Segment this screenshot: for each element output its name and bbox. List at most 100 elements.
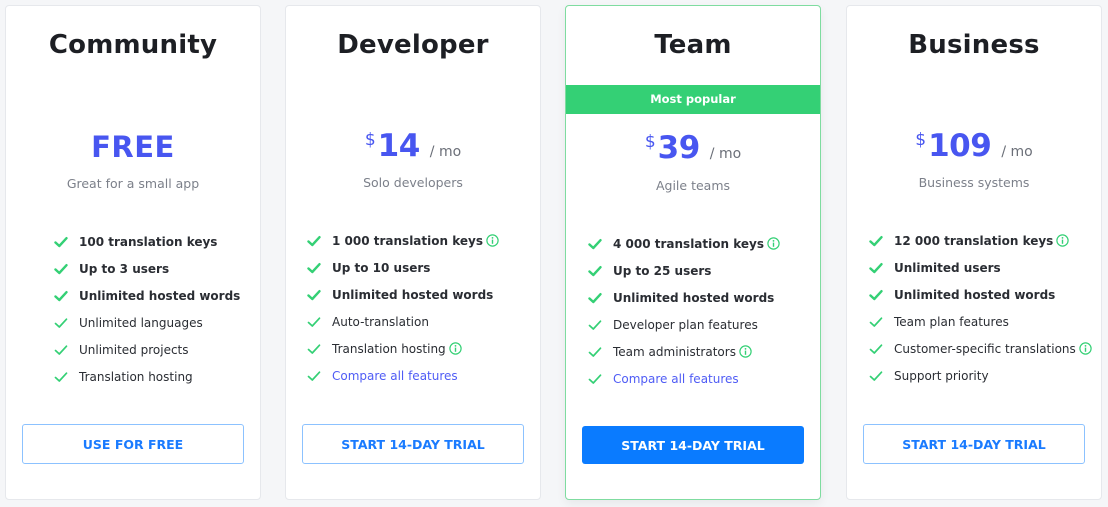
plan-subtitle: Agile teams [655,178,731,193]
check-icon [54,316,68,330]
feature-list: 4 000 translation keys Up to 25 users Unli… [566,230,820,392]
check-icon [869,288,883,302]
use-for-free-button[interactable]: USE FOR FREE [22,424,244,464]
check-icon [588,291,602,305]
plan-card-team: Team Most popular $39 / mo Agile teams 4 … [565,5,821,500]
check-icon [869,369,883,383]
check-icon [588,318,602,332]
feature-list: 100 translation keys Up to 3 users Unlimit… [6,228,260,390]
price: FREE [6,130,260,164]
check-icon [588,345,602,359]
most-popular-badge: Most popular [566,85,820,114]
plan-title: Developer [337,30,489,60]
feature-label: Unlimited hosted words [613,290,775,305]
feature-label: Unlimited hosted words [894,287,1056,302]
feature-item: 100 translation keys [54,228,260,255]
plan-title: Business [908,30,1040,60]
feature-item: Translation hosting [307,335,540,362]
check-icon [588,264,602,278]
check-icon [307,342,321,356]
check-icon [869,261,883,275]
feature-label: Customer-specific translations [894,341,1076,356]
feature-label: Up to 25 users [613,263,712,278]
plan-title: Team [654,30,732,60]
plan-card-community: Community FREE Great for a small app 100… [5,5,261,500]
feature-label: 4 000 translation keys [613,236,764,251]
feature-item: Unlimited projects [54,336,260,363]
feature-item: Unlimited hosted words [54,282,260,309]
price-period: / mo [709,146,742,162]
feature-label: Unlimited projects [79,342,189,357]
feature-item: Unlimited users [869,254,1101,281]
price: $14 / mo [286,128,540,164]
check-icon [588,237,602,251]
plan-card-developer: Developer $14 / mo Solo developers 1 000 … [285,5,541,500]
feature-item: Compare all features [307,362,540,389]
info-icon[interactable] [486,234,499,247]
start-trial-button[interactable]: START 14-DAY TRIAL [582,426,804,464]
price: $109 / mo [847,128,1101,164]
price: $39 / mo [566,130,820,166]
price-period: / mo [429,144,462,160]
check-icon [54,370,68,384]
info-icon[interactable] [1056,234,1070,247]
feature-item: Unlimited languages [54,309,260,336]
info-icon[interactable] [1079,342,1092,355]
info-icon[interactable] [767,237,780,250]
feature-item: Team administrators [588,338,820,365]
plan-subtitle: Solo developers [363,175,463,190]
feature-label: Up to 3 users [79,261,170,276]
check-icon [588,372,602,386]
feature-label: 1 000 translation keys [332,233,483,248]
feature-label: Translation hosting [79,369,193,384]
check-icon [869,234,883,248]
feature-label: Auto-translation [332,314,429,329]
feature-label: Developer plan features [613,317,758,332]
feature-item: Unlimited hosted words [307,281,540,308]
feature-label: Translation hosting [332,341,446,356]
info-icon[interactable] [739,345,752,358]
feature-item: Customer-specific translations [869,335,1101,362]
check-icon [307,288,321,302]
feature-label: Unlimited languages [79,315,203,330]
price-amount: FREE [91,130,175,164]
feature-label: 12 000 translation keys [894,233,1054,248]
plan-subtitle: Great for a small app [66,176,200,191]
plan-card-business: Business $109 / mo Business systems 12 00… [846,5,1102,500]
feature-label: Unlimited hosted words [332,287,494,302]
feature-label: Team plan features [894,314,1009,329]
start-trial-button[interactable]: START 14-DAY TRIAL [863,424,1085,464]
check-icon [54,289,68,303]
check-icon [307,261,321,275]
feature-label: 100 translation keys [79,234,218,249]
check-icon [307,369,321,383]
feature-item: Developer plan features [588,311,820,338]
feature-item: 4 000 translation keys [588,230,820,257]
feature-item: Up to 25 users [588,257,820,284]
check-icon [869,342,883,356]
feature-item: Support priority [869,362,1101,389]
plan-title: Community [48,30,218,60]
check-icon [54,262,68,276]
currency-symbol: $ [364,130,376,150]
feature-item: 1 000 translation keys [307,227,540,254]
price-period: / mo [1001,144,1033,160]
price-amount: 39 [657,130,701,166]
check-icon [869,315,883,329]
feature-item: Up to 3 users [54,255,260,282]
info-icon[interactable] [448,342,462,355]
feature-item: Team plan features [869,308,1101,335]
check-icon [307,234,321,248]
start-trial-button[interactable]: START 14-DAY TRIAL [302,424,524,464]
compare-all-features-link[interactable]: Compare all features [613,372,739,386]
check-icon [307,315,321,329]
feature-item: Unlimited hosted words [588,284,820,311]
plan-subtitle: Business systems [918,175,1030,190]
feature-item: Auto-translation [307,308,540,335]
compare-all-features-link[interactable]: Compare all features [332,369,458,383]
feature-item: Compare all features [588,365,820,392]
feature-list: 12 000 translation keys Unlimited users Un… [847,227,1101,389]
check-icon [54,235,68,249]
price-amount: 109 [928,128,992,164]
feature-item: 12 000 translation keys [869,227,1101,254]
